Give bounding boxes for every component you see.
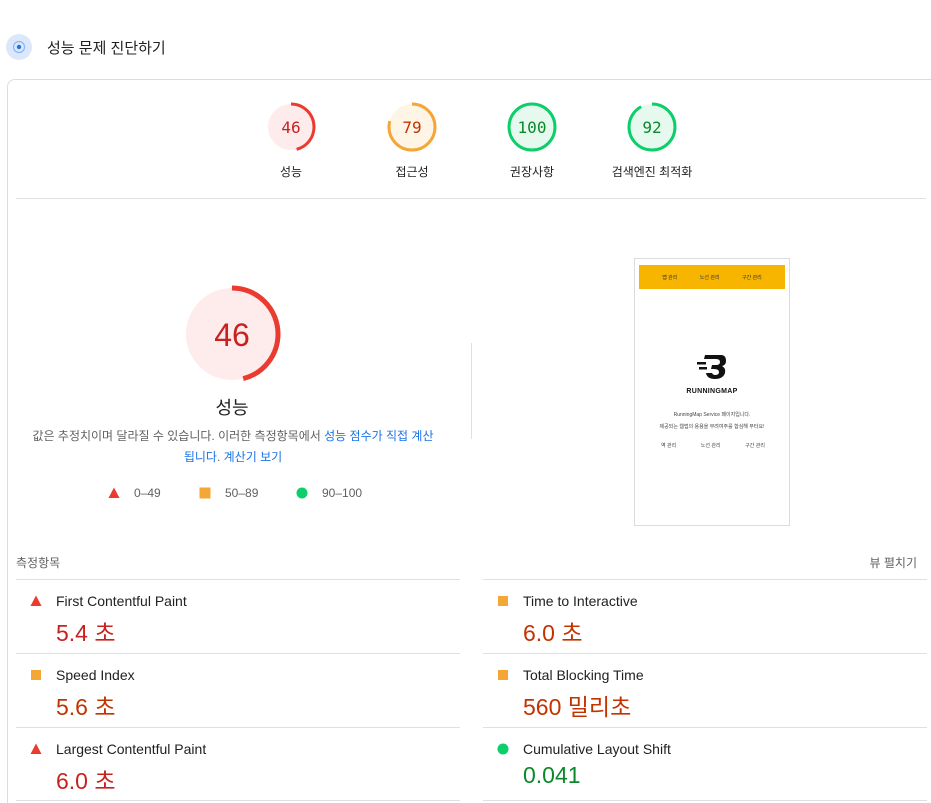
metric-name: First Contentful Paint bbox=[56, 593, 187, 609]
gauge-best-practices[interactable]: 100 권장사항 bbox=[472, 102, 592, 180]
metric-value: 6.0 초 bbox=[56, 768, 116, 794]
metric-value: 560 밀리초 bbox=[523, 694, 632, 720]
metrics-title: 측정항목 bbox=[16, 556, 61, 570]
gauge-score: 92 bbox=[642, 118, 661, 137]
lighthouse-icon bbox=[6, 34, 32, 60]
square-icon bbox=[498, 670, 508, 680]
metric-name: Time to Interactive bbox=[523, 593, 638, 609]
category-gauges: 46 성능 79 접근성 100 권장사항 92 검색엔진 최적화 bbox=[8, 102, 931, 182]
metric-value: 0.041 bbox=[523, 762, 581, 788]
gauge-label: 권장사항 bbox=[509, 165, 555, 179]
metrics-bottom-divider bbox=[483, 800, 927, 801]
metric-name: Speed Index bbox=[56, 667, 135, 683]
vertical-divider bbox=[471, 343, 472, 439]
screenshot-brand: RUNNINGMAP bbox=[686, 388, 738, 395]
gauge-ring: 46 bbox=[266, 102, 316, 152]
legend-average: 50–89 bbox=[199, 486, 258, 500]
screenshot-navbar: 맵 관리 노선 관리 구간 관리 bbox=[639, 265, 785, 289]
square-icon bbox=[199, 487, 211, 499]
metric-name: Cumulative Layout Shift bbox=[523, 741, 671, 757]
metric-largest-contentful-paint: Largest Contentful Paint 6.0 초 bbox=[16, 727, 460, 801]
gauge-label: 검색엔진 최적화 bbox=[611, 165, 693, 179]
gauge-ring: 100 bbox=[507, 102, 557, 152]
legend-pass: 90–100 bbox=[296, 486, 362, 500]
performance-main-gauge: 46 bbox=[183, 285, 281, 383]
metric-total-blocking-time: Total Blocking Time 560 밀리초 bbox=[483, 653, 927, 727]
calculator-link[interactable]: 계산기 보기 bbox=[224, 450, 283, 464]
screenshot-links: 역 관리 노선 관리 구간 관리 bbox=[661, 443, 765, 449]
main-gauge-score: 46 bbox=[214, 317, 250, 353]
section-header: 성능 문제 진단하기 bbox=[6, 33, 166, 61]
gauge-accessibility[interactable]: 79 접근성 bbox=[352, 102, 472, 180]
square-icon bbox=[498, 596, 508, 606]
gauge-score: 46 bbox=[281, 118, 300, 137]
gauge-ring: 79 bbox=[387, 102, 437, 152]
gauge-performance[interactable]: 46 성능 bbox=[231, 102, 351, 180]
legend-fail: 0–49 bbox=[108, 486, 161, 500]
metric-name: Largest Contentful Paint bbox=[56, 741, 207, 757]
square-icon bbox=[31, 670, 41, 680]
metric-value: 6.0 초 bbox=[523, 620, 583, 646]
triangle-icon bbox=[30, 743, 42, 754]
metric-cumulative-layout-shift: Cumulative Layout Shift 0.041 bbox=[483, 727, 927, 801]
gauge-seo[interactable]: 92 검색엔진 최적화 bbox=[592, 102, 712, 180]
page-screenshot[interactable]: 맵 관리 노선 관리 구간 관리 RUNNINGMAP RunningMap S… bbox=[634, 258, 790, 526]
report-card: 46 성능 79 접근성 100 권장사항 92 검색엔진 최적화 46 성능 … bbox=[7, 79, 931, 803]
metric-value: 5.6 초 bbox=[56, 694, 116, 720]
metric-value: 5.4 초 bbox=[56, 620, 116, 646]
section-title: 성능 문제 진단하기 bbox=[47, 39, 166, 57]
gauge-ring: 92 bbox=[627, 102, 677, 152]
metric-name: Total Blocking Time bbox=[523, 667, 644, 683]
metric-speed-index: Speed Index 5.6 초 bbox=[16, 653, 460, 727]
main-gauge-label: 성능 bbox=[215, 398, 249, 418]
expand-view-button[interactable]: 뷰 펼치기 bbox=[870, 554, 918, 571]
circle-icon bbox=[497, 743, 509, 755]
screenshot-text-line: 제공되는 웹앱의 용용을 무려여주를 합심해 부타요! bbox=[659, 424, 765, 430]
runningmap-logo-icon bbox=[697, 355, 726, 379]
triangle-icon bbox=[108, 487, 120, 498]
gauge-score: 100 bbox=[518, 118, 547, 137]
gauge-score: 79 bbox=[402, 118, 421, 137]
metrics-bottom-divider bbox=[16, 800, 460, 801]
gauge-divider bbox=[16, 198, 926, 199]
circle-icon bbox=[296, 487, 308, 499]
metric-first-contentful-paint: First Contentful Paint 5.4 초 bbox=[16, 579, 460, 653]
score-description: 값은 추정치이며 달라질 수 있습니다. 이러한 측정항목에서 성능 점수가 직… bbox=[32, 429, 434, 464]
triangle-icon bbox=[30, 595, 42, 606]
screenshot-text-line: RunningMap Service 페이지입니다. bbox=[673, 412, 751, 418]
metric-time-to-interactive: Time to Interactive 6.0 초 bbox=[483, 579, 927, 653]
gauge-label: 접근성 bbox=[395, 165, 429, 179]
gauge-label: 성능 bbox=[279, 165, 303, 179]
